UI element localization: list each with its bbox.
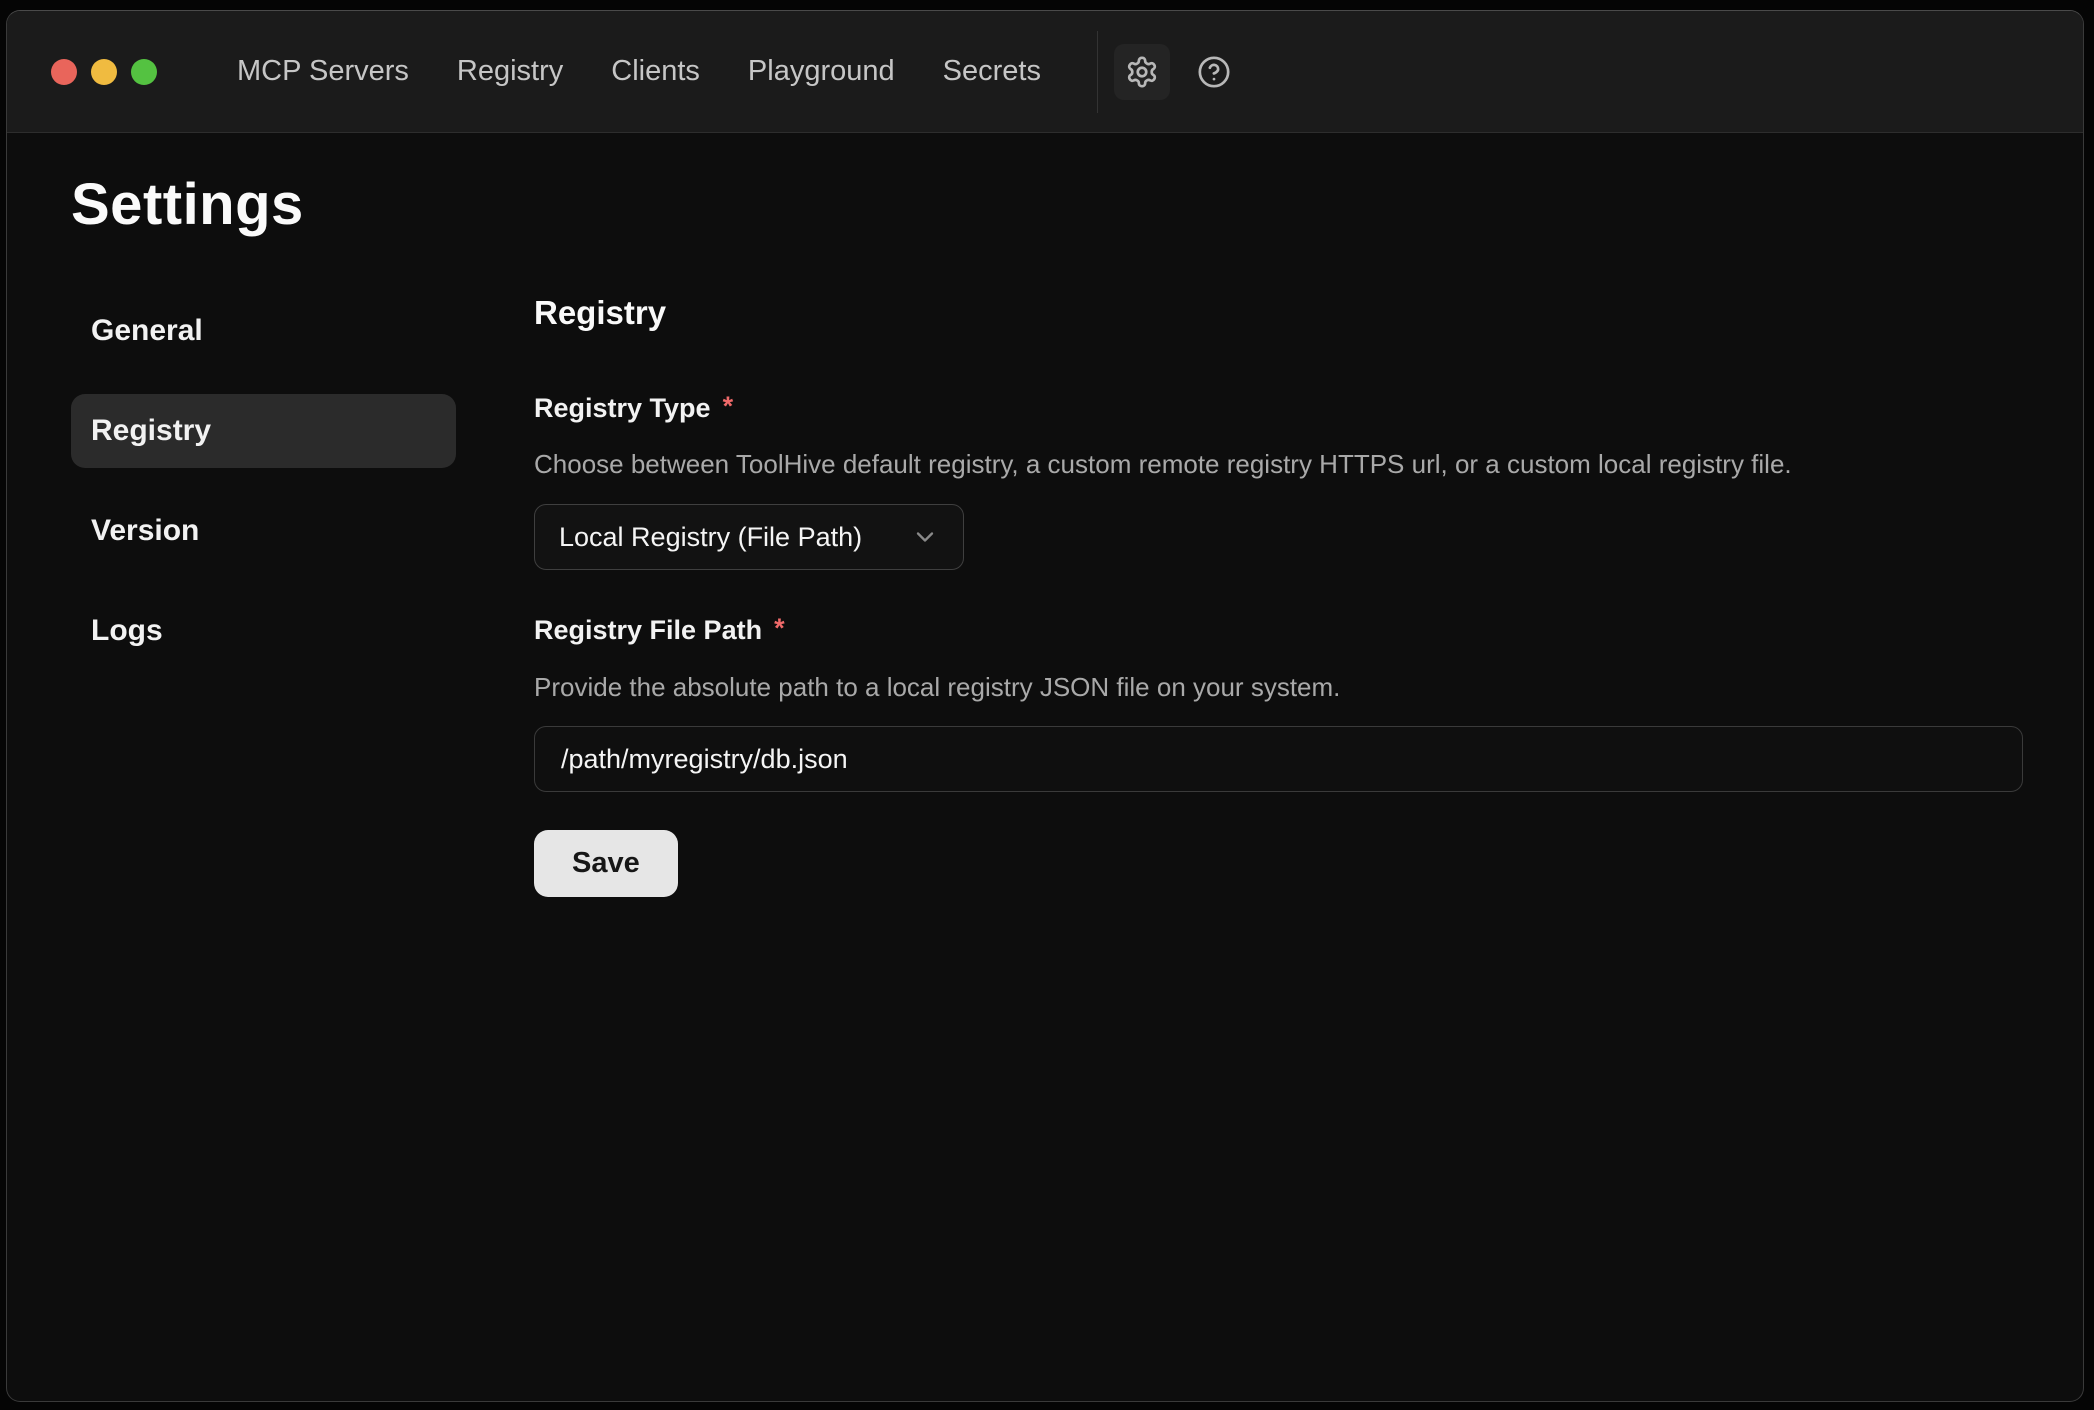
required-asterisk: * <box>723 392 734 422</box>
settings-button[interactable] <box>1114 44 1170 100</box>
nav-item-playground[interactable]: Playground <box>748 57 895 86</box>
chevron-down-icon <box>893 523 939 551</box>
main-nav: MCP Servers Registry Clients Playground … <box>237 57 1041 86</box>
settings-gear-icon <box>1125 55 1159 89</box>
registry-type-description: Choose between ToolHive default registry… <box>534 448 2023 482</box>
registry-type-selected-value: Local Registry (File Path) <box>559 522 862 553</box>
close-window-button[interactable] <box>51 59 77 85</box>
nav-item-registry[interactable]: Registry <box>457 57 563 86</box>
nav-item-clients[interactable]: Clients <box>611 57 700 86</box>
title-bar: MCP Servers Registry Clients Playground … <box>7 11 2083 133</box>
save-button[interactable]: Save <box>534 830 678 897</box>
help-icon <box>1197 55 1231 89</box>
section-heading: Registry <box>534 294 2023 332</box>
minimize-window-button[interactable] <box>91 59 117 85</box>
settings-sidebar: General Registry Version Logs <box>71 294 456 668</box>
zoom-window-button[interactable] <box>131 59 157 85</box>
nav-item-mcp-servers[interactable]: MCP Servers <box>237 57 409 86</box>
nav-item-secrets[interactable]: Secrets <box>943 57 1041 86</box>
registry-type-select[interactable]: Local Registry (File Path) <box>534 504 964 570</box>
file-path-label-row: Registry File Path * <box>534 614 2023 646</box>
settings-page: Settings General Registry Version Logs R… <box>7 133 2083 1401</box>
registry-settings-panel: Registry Registry Type * Choose between … <box>534 294 2023 897</box>
sidebar-item-registry[interactable]: Registry <box>71 394 456 468</box>
registry-type-label-row: Registry Type * <box>534 392 2023 424</box>
sidebar-item-general[interactable]: General <box>71 294 456 368</box>
help-button[interactable] <box>1186 44 1242 100</box>
registry-type-label: Registry Type <box>534 392 711 424</box>
sidebar-item-version[interactable]: Version <box>71 494 456 568</box>
file-path-input[interactable] <box>534 726 2023 792</box>
app-window: MCP Servers Registry Clients Playground … <box>6 10 2084 1402</box>
required-asterisk: * <box>774 614 785 644</box>
window-controls <box>51 59 157 85</box>
sidebar-item-logs[interactable]: Logs <box>71 594 456 668</box>
page-title: Settings <box>71 171 2023 238</box>
file-path-label: Registry File Path <box>534 614 762 646</box>
topbar-divider <box>1097 31 1098 113</box>
file-path-description: Provide the absolute path to a local reg… <box>534 671 2023 705</box>
